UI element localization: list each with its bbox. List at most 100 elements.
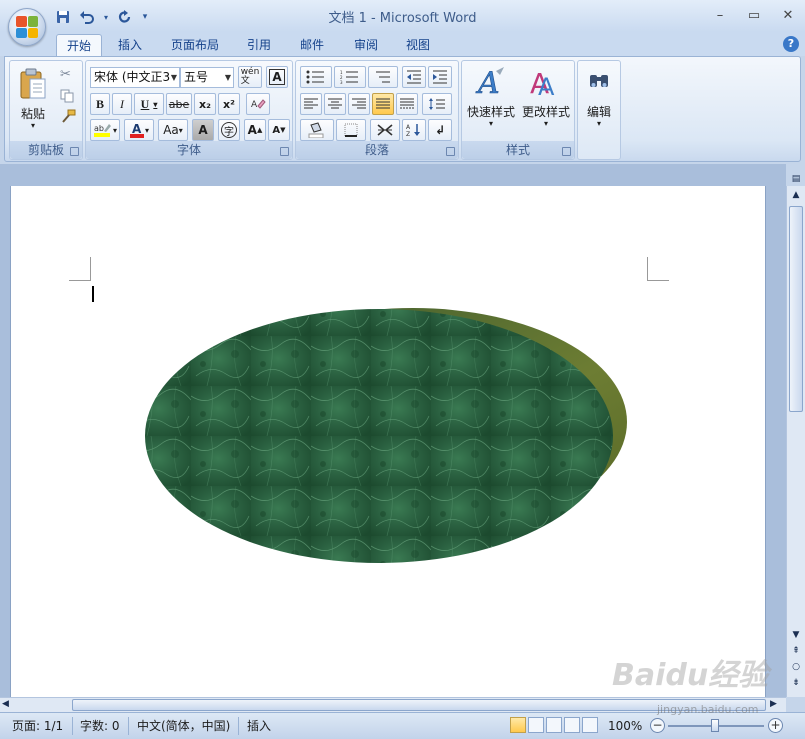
scroll-right-icon[interactable]: ▶ xyxy=(770,699,777,709)
align-right-button[interactable] xyxy=(348,93,370,115)
bullets-button[interactable] xyxy=(300,66,332,88)
change-case-label: Aa xyxy=(163,123,179,137)
borders-button[interactable] xyxy=(336,119,366,141)
distributed-button[interactable] xyxy=(396,93,418,115)
change-case-button[interactable]: Aa ▾ xyxy=(158,119,188,141)
align-center-button[interactable] xyxy=(324,93,346,115)
increase-indent-button[interactable] xyxy=(428,66,452,88)
bold-button[interactable]: B xyxy=(90,93,110,115)
tab-insert[interactable]: 插入 xyxy=(108,34,152,56)
multilevel-list-button[interactable] xyxy=(368,66,398,88)
quick-styles-label: 快速样式 xyxy=(466,105,515,119)
status-page[interactable]: 页面: 1/1 xyxy=(12,718,63,734)
tab-page-layout[interactable]: 页面布局 xyxy=(161,34,229,56)
scroll-down-icon[interactable]: ▼ xyxy=(789,628,803,642)
outline-view-icon[interactable] xyxy=(564,717,580,733)
font-size-combo[interactable]: 五号 ▼ xyxy=(180,67,234,88)
format-painter-icon[interactable] xyxy=(60,109,76,125)
highlight-dropdown-icon[interactable]: ▾ xyxy=(113,126,117,135)
decrease-indent-button[interactable] xyxy=(402,66,426,88)
tab-mailings[interactable]: 邮件 xyxy=(290,34,334,56)
status-language[interactable]: 中文(简体，中国) xyxy=(137,718,230,734)
scroll-up-icon[interactable]: ▲ xyxy=(789,188,803,202)
draft-view-icon[interactable] xyxy=(582,717,598,733)
font-color-button[interactable]: A ▾ xyxy=(124,119,154,141)
font-name-combo[interactable]: 宋体 (中文正3 ▼ xyxy=(90,67,180,88)
quick-styles-button[interactable]: A 快速样式 ▾ xyxy=(464,63,518,135)
previous-page-icon[interactable]: ⇞ xyxy=(789,644,803,658)
paragraph-launcher-icon[interactable] xyxy=(446,147,455,156)
next-page-icon[interactable]: ⇟ xyxy=(789,676,803,690)
enclose-char-label: 字 xyxy=(221,122,237,138)
font-size-dropdown-icon[interactable]: ▼ xyxy=(225,68,231,87)
strikethrough-button[interactable]: abe xyxy=(166,93,192,115)
window-controls: – ▭ ✕ xyxy=(703,4,805,26)
numbering-button[interactable]: 123 xyxy=(334,66,366,88)
font-name-dropdown-icon[interactable]: ▼ xyxy=(171,68,177,87)
print-layout-view-icon[interactable] xyxy=(510,717,526,733)
quick-styles-dropdown-icon: ▾ xyxy=(488,119,493,128)
show-marks-button[interactable]: ↲ xyxy=(428,119,452,141)
zoom-in-icon[interactable]: + xyxy=(768,718,783,733)
italic-button[interactable]: I xyxy=(112,93,132,115)
svg-text:Z: Z xyxy=(406,131,410,137)
superscript-button[interactable]: x² xyxy=(218,93,240,115)
tab-view[interactable]: 视图 xyxy=(396,34,440,56)
office-button[interactable] xyxy=(8,8,46,46)
highlight-button[interactable]: ab ▾ xyxy=(90,119,120,141)
shading-button[interactable] xyxy=(300,119,334,141)
maximize-button[interactable]: ▭ xyxy=(737,4,771,26)
char-border-button[interactable]: A xyxy=(266,66,288,88)
shrink-font-button[interactable]: A ▼ xyxy=(268,119,290,141)
status-words[interactable]: 字数: 0 xyxy=(80,718,120,734)
change-styles-button[interactable]: A A 更改样式 ▾ xyxy=(518,63,574,135)
chinese-layout-button[interactable] xyxy=(370,119,400,141)
justify-button[interactable] xyxy=(372,93,394,115)
help-icon[interactable]: ? xyxy=(783,36,799,52)
styles-launcher-icon[interactable] xyxy=(562,147,571,156)
grow-font-button[interactable]: A ▲ xyxy=(244,119,266,141)
editing-button[interactable]: 编辑 ▾ xyxy=(580,63,618,153)
tab-references[interactable]: 引用 xyxy=(237,34,281,56)
align-left-button[interactable] xyxy=(300,93,322,115)
status-insert-mode[interactable]: 插入 xyxy=(247,718,271,734)
zoom-out-icon[interactable]: − xyxy=(650,718,665,733)
ellipse-shape[interactable] xyxy=(11,186,767,697)
sort-button[interactable]: AZ xyxy=(402,119,426,141)
ruler-toggle-icon[interactable]: ▤ xyxy=(789,172,803,186)
tab-home[interactable]: 开始 xyxy=(56,34,103,56)
status-separator xyxy=(128,717,129,735)
cut-icon[interactable]: ✂ xyxy=(60,67,76,83)
zoom-level[interactable]: 100% xyxy=(608,718,642,734)
copy-icon[interactable] xyxy=(60,89,76,105)
document-page[interactable] xyxy=(10,186,766,697)
paste-button[interactable]: 粘贴 ▾ xyxy=(16,65,50,135)
font-launcher-icon[interactable] xyxy=(280,147,289,156)
web-layout-view-icon[interactable] xyxy=(546,717,562,733)
enclose-char-button[interactable]: 字 xyxy=(218,119,240,141)
vertical-scrollbar[interactable]: ▤ ▲ ▼ ⇞ ○ ⇟ xyxy=(786,174,805,697)
paragraph-group: 123 AZ ↲ 段落 xyxy=(295,60,459,160)
change-case-dropdown-icon[interactable]: ▾ xyxy=(179,126,183,135)
phonetic-guide-button[interactable]: wén 文 xyxy=(238,66,262,88)
full-screen-reading-view-icon[interactable] xyxy=(528,717,544,733)
vertical-scroll-thumb[interactable] xyxy=(789,206,803,412)
clipboard-launcher-icon[interactable] xyxy=(70,147,79,156)
close-button[interactable]: ✕ xyxy=(771,4,805,26)
underline-button[interactable]: U ▾ xyxy=(134,93,164,115)
font-color-dropdown-icon[interactable]: ▾ xyxy=(145,126,149,135)
underline-dropdown-icon[interactable]: ▾ xyxy=(153,100,157,109)
line-spacing-button[interactable] xyxy=(422,93,452,115)
minimize-button[interactable]: – xyxy=(703,4,737,26)
subscript-button[interactable]: x₂ xyxy=(194,93,216,115)
char-shading-button[interactable]: A xyxy=(192,119,214,141)
baidu-watermark-logo: Baidu经验 xyxy=(612,658,769,693)
tab-review[interactable]: 审阅 xyxy=(344,34,388,56)
paste-label: 粘贴 xyxy=(20,107,45,121)
clear-format-button[interactable]: A xyxy=(246,93,270,115)
align-center-icon xyxy=(328,98,342,109)
select-browse-object-icon[interactable]: ○ xyxy=(789,660,803,674)
highlight-icon: ab xyxy=(93,124,111,137)
zoom-slider-thumb[interactable] xyxy=(711,719,719,732)
scroll-left-icon[interactable]: ◀ xyxy=(2,699,9,709)
